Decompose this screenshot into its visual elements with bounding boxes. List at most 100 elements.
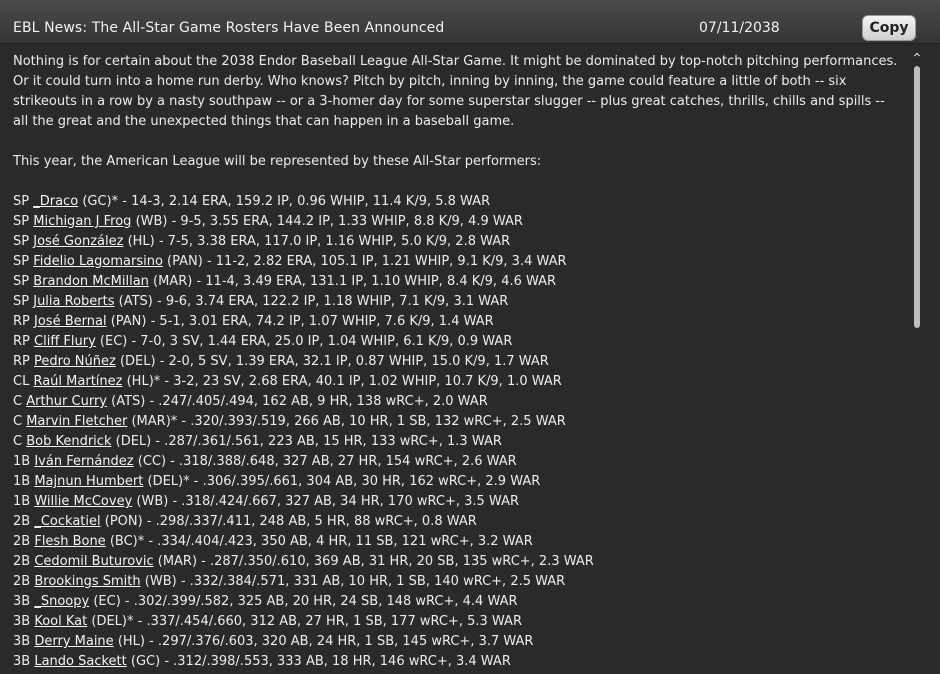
player-position: SP bbox=[13, 214, 30, 229]
player-position: 1B bbox=[13, 454, 31, 469]
player-name-link[interactable]: Willie McCovey bbox=[34, 494, 132, 509]
player-stats: (HL) - 7-5, 3.38 ERA, 117.0 IP, 1.16 WHI… bbox=[127, 234, 511, 249]
player-stats: (DEL) - 2-0, 5 SV, 1.39 ERA, 32.1 IP, 0.… bbox=[119, 354, 549, 369]
player-stats: (EC) - .302/.399/.582, 325 AB, 20 HR, 24… bbox=[93, 594, 518, 609]
player-name-link[interactable]: Arthur Curry bbox=[26, 394, 107, 409]
player-stats: (WB) - .318/.424/.667, 327 AB, 34 HR, 17… bbox=[136, 494, 519, 509]
player-name-link[interactable]: Michigan J Frog bbox=[33, 214, 131, 229]
player-position: 2B bbox=[13, 574, 31, 589]
player-name-link[interactable]: Raúl Martínez bbox=[33, 374, 122, 389]
chevron-up-icon[interactable]: ⌃ bbox=[910, 52, 924, 66]
player-line: 2B Flesh Bone (BC)* - .334/.404/.423, 35… bbox=[13, 532, 903, 552]
player-name-link[interactable]: Iván Fernández bbox=[34, 454, 133, 469]
player-name-link[interactable]: Cliff Flury bbox=[34, 334, 96, 349]
player-position: 1B bbox=[13, 494, 31, 509]
player-position: SP bbox=[13, 274, 30, 289]
player-line: SP José González (HL) - 7-5, 3.38 ERA, 1… bbox=[13, 232, 903, 252]
player-name-link[interactable]: Bob Kendrick bbox=[26, 434, 111, 449]
player-position: RP bbox=[13, 354, 30, 369]
player-name-link[interactable]: Majnun Humbert bbox=[34, 474, 143, 489]
player-stats: (DEL)* - .306/.395/.661, 304 AB, 30 HR, … bbox=[147, 474, 541, 489]
player-name-link[interactable]: Derry Maine bbox=[34, 634, 113, 649]
player-stats: (WB) - 9-5, 3.55 ERA, 144.2 IP, 1.33 WHI… bbox=[135, 214, 523, 229]
player-line: C Marvin Fletcher (MAR)* - .320/.393/.51… bbox=[13, 412, 903, 432]
player-stats: (GC)* - 14-3, 2.14 ERA, 159.2 IP, 0.96 W… bbox=[82, 194, 491, 209]
article-intro: Nothing is for certain about the 2038 En… bbox=[13, 54, 898, 129]
player-line: 3B Derry Maine (HL) - .297/.376/.603, 32… bbox=[13, 632, 903, 652]
vertical-scrollbar[interactable]: ⌃ bbox=[910, 52, 924, 674]
player-position: CL bbox=[13, 374, 30, 389]
player-stats: (GC) - .312/.398/.553, 333 AB, 18 HR, 14… bbox=[130, 654, 511, 669]
player-name-link[interactable]: Kool Kat bbox=[34, 614, 87, 629]
player-line: C Bob Kendrick (DEL) - .287/.361/.561, 2… bbox=[13, 432, 903, 452]
player-name-link[interactable]: José González bbox=[33, 234, 123, 249]
league-heading: This year, the American League will be r… bbox=[13, 154, 542, 169]
player-name-link[interactable]: Lando Sackett bbox=[34, 654, 126, 669]
article-title: EBL News: The All-Star Game Rosters Have… bbox=[13, 20, 445, 36]
player-line: 2B Cedomil Buturovic (MAR) - .287/.350/.… bbox=[13, 552, 903, 572]
player-name-link[interactable]: _Draco bbox=[33, 194, 78, 209]
scrollbar-thumb[interactable] bbox=[914, 66, 920, 328]
player-position: 2B bbox=[13, 554, 31, 569]
player-name-link[interactable]: Julia Roberts bbox=[33, 294, 114, 309]
player-position: 3B bbox=[13, 634, 31, 649]
player-stats: (PAN) - 5-1, 3.01 ERA, 74.2 IP, 1.07 WHI… bbox=[110, 314, 494, 329]
player-name-link[interactable]: Cedomil Buturovic bbox=[34, 554, 153, 569]
player-line: SP Michigan J Frog (WB) - 9-5, 3.55 ERA,… bbox=[13, 212, 903, 232]
player-stats: (CC) - .318/.388/.648, 327 AB, 27 HR, 15… bbox=[137, 454, 517, 469]
player-line: 1B Willie McCovey (WB) - .318/.424/.667,… bbox=[13, 492, 903, 512]
player-name-link[interactable]: José Bernal bbox=[34, 314, 107, 329]
player-name-link[interactable]: Pedro Núñez bbox=[34, 354, 116, 369]
player-position: 3B bbox=[13, 614, 31, 629]
player-position: RP bbox=[13, 314, 30, 329]
player-name-link[interactable]: Fidelio Lagomarsino bbox=[33, 254, 163, 269]
player-position: 3B bbox=[13, 654, 31, 669]
player-name-link[interactable]: Marvin Fletcher bbox=[26, 414, 127, 429]
article-body: Nothing is for certain about the 2038 En… bbox=[0, 44, 906, 674]
player-position: C bbox=[13, 394, 23, 409]
player-position: SP bbox=[13, 194, 30, 209]
player-stats: (PAN) - 11-2, 2.82 ERA, 105.1 IP, 1.21 W… bbox=[167, 254, 567, 269]
player-line: CL Raúl Martínez (HL)* - 3-2, 23 SV, 2.6… bbox=[13, 372, 903, 392]
player-position: 2B bbox=[13, 534, 31, 549]
player-stats: (BC)* - .334/.404/.423, 350 AB, 4 HR, 11… bbox=[109, 534, 533, 549]
player-position: 3B bbox=[13, 594, 31, 609]
player-line: 3B Lando Sackett (GC) - .312/.398/.553, … bbox=[13, 652, 903, 672]
player-stats: (ATS) - 9-6, 3.74 ERA, 122.2 IP, 1.18 WH… bbox=[118, 294, 509, 309]
player-position: SP bbox=[13, 234, 30, 249]
player-name-link[interactable]: Brookings Smith bbox=[34, 574, 140, 589]
player-line: SP Julia Roberts (ATS) - 9-6, 3.74 ERA, … bbox=[13, 292, 903, 312]
player-stats: (DEL) - .287/.361/.561, 223 AB, 15 HR, 1… bbox=[115, 434, 502, 449]
player-name-link[interactable]: Flesh Bone bbox=[34, 534, 105, 549]
player-line: 1B Iván Fernández (CC) - .318/.388/.648,… bbox=[13, 452, 903, 472]
player-name-link[interactable]: _Cockatiel bbox=[34, 514, 100, 529]
player-stats: (HL)* - 3-2, 23 SV, 2.68 ERA, 40.1 IP, 1… bbox=[126, 374, 562, 389]
player-position: C bbox=[13, 434, 23, 449]
player-list: SP _Draco (GC)* - 14-3, 2.14 ERA, 159.2 … bbox=[13, 192, 903, 672]
player-stats: (EC) - 7-0, 3 SV, 1.44 ERA, 25.0 IP, 1.0… bbox=[99, 334, 513, 349]
player-stats: (PON) - .298/.337/.411, 248 AB, 5 HR, 88… bbox=[104, 514, 477, 529]
player-line: RP Pedro Núñez (DEL) - 2-0, 5 SV, 1.39 E… bbox=[13, 352, 903, 372]
player-stats: (MAR)* - .320/.393/.519, 266 AB, 10 HR, … bbox=[131, 414, 566, 429]
player-name-link[interactable]: _Snoopy bbox=[34, 594, 89, 609]
copy-button[interactable]: Copy bbox=[862, 15, 916, 41]
article-date: 07/11/2038 bbox=[699, 20, 780, 36]
player-name-link[interactable]: Brandon McMillan bbox=[33, 274, 149, 289]
player-line: 2B _Cockatiel (PON) - .298/.337/.411, 24… bbox=[13, 512, 903, 532]
player-position: SP bbox=[13, 254, 30, 269]
player-line: 2B Brookings Smith (WB) - .332/.384/.571… bbox=[13, 572, 903, 592]
player-stats: (MAR) - .287/.350/.610, 369 AB, 31 HR, 2… bbox=[157, 554, 594, 569]
news-window: EBL News: The All-Star Game Rosters Have… bbox=[0, 0, 940, 674]
player-position: 1B bbox=[13, 474, 31, 489]
player-stats: (MAR) - 11-4, 3.49 ERA, 131.1 IP, 1.10 W… bbox=[153, 274, 557, 289]
player-stats: (ATS) - .247/.405/.494, 162 AB, 9 HR, 13… bbox=[111, 394, 488, 409]
player-line: SP _Draco (GC)* - 14-3, 2.14 ERA, 159.2 … bbox=[13, 192, 903, 212]
player-position: 2B bbox=[13, 514, 31, 529]
player-line: SP Fidelio Lagomarsino (PAN) - 11-2, 2.8… bbox=[13, 252, 903, 272]
player-stats: (HL) - .297/.376/.603, 320 AB, 24 HR, 1 … bbox=[117, 634, 534, 649]
player-line: 1B Majnun Humbert (DEL)* - .306/.395/.66… bbox=[13, 472, 903, 492]
player-stats: (WB) - .332/.384/.571, 331 AB, 10 HR, 1 … bbox=[144, 574, 566, 589]
player-line: SP Brandon McMillan (MAR) - 11-4, 3.49 E… bbox=[13, 272, 903, 292]
player-line: 3B _Snoopy (EC) - .302/.399/.582, 325 AB… bbox=[13, 592, 903, 612]
player-position: C bbox=[13, 414, 23, 429]
